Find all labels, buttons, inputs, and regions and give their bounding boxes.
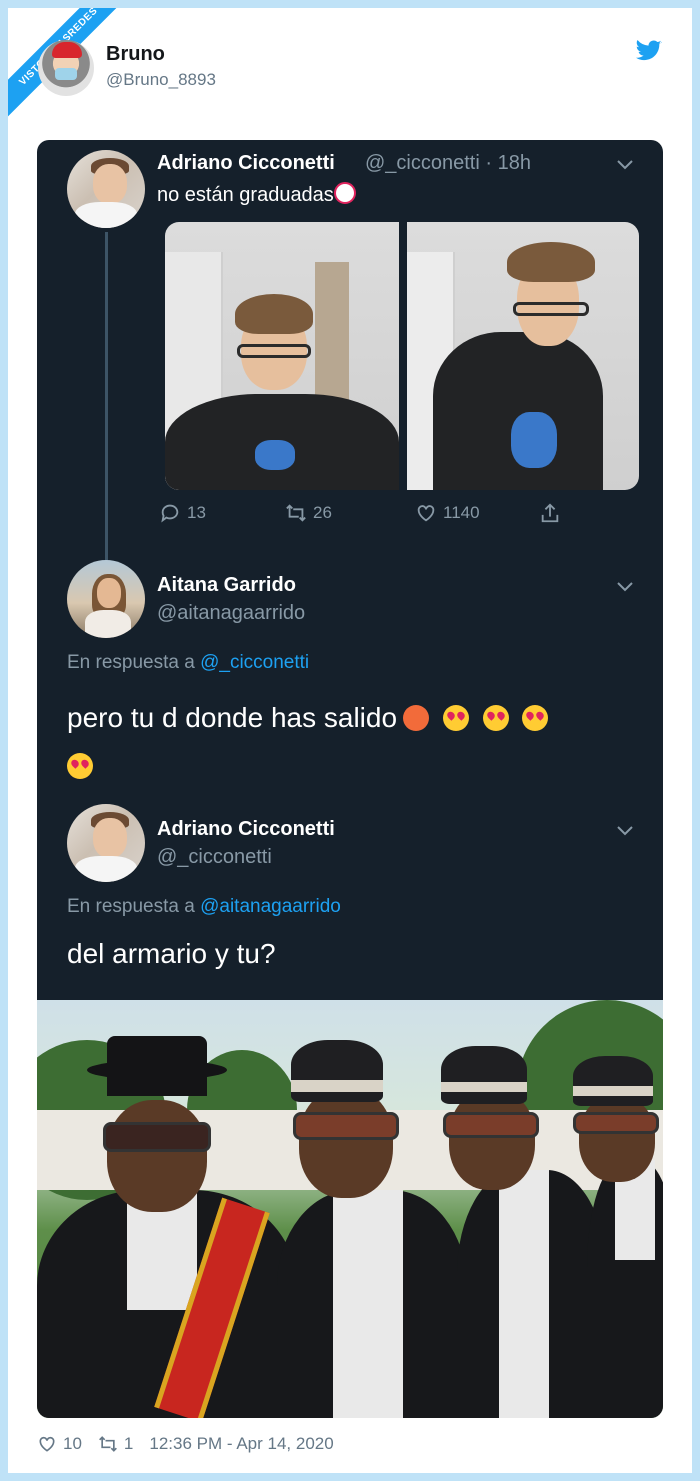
hot-face-emoji	[403, 705, 430, 731]
tweet-text: no están graduadas	[157, 182, 356, 207]
heart-eyes-emoji	[522, 705, 549, 731]
author-handle[interactable]: @Bruno_8893	[106, 70, 216, 90]
heart-eyes-emoji	[442, 705, 469, 731]
chevron-down-icon[interactable]	[617, 582, 633, 592]
heart-icon	[39, 1436, 55, 1452]
retweet-count: 1	[123, 1434, 134, 1453]
heart-eyes-emoji	[482, 705, 509, 731]
tweet-author-handle[interactable]: @_cicconetti · 18h	[365, 152, 531, 175]
reply-button[interactable]: 13	[159, 502, 206, 524]
avatar[interactable]	[38, 40, 94, 96]
mention-link[interactable]: @_cicconetti	[200, 652, 309, 673]
mention-link[interactable]: @aitanagaarrido	[200, 896, 341, 917]
tweet-card: VISTOENLASREDES Bruno @Bruno_8893 Adrian…	[8, 8, 692, 1473]
avatar[interactable]	[67, 560, 145, 638]
clown-face-emoji	[333, 182, 356, 204]
replying-prefix: En respuesta a	[67, 896, 195, 917]
heart-icon	[417, 505, 435, 522]
reply-count: 13	[187, 503, 206, 522]
timestamp: 12:36 PM - Apr 14, 2020	[149, 1434, 334, 1453]
timestamp-link[interactable]: 12:36 PM - Apr 14, 2020	[149, 1434, 333, 1454]
author-name[interactable]: Bruno	[106, 43, 165, 66]
tweet-text-content: pero tu d donde has salido	[67, 702, 398, 733]
retweet-count: 26	[313, 503, 332, 522]
tweet-photo[interactable]	[407, 222, 639, 490]
tweet-author-handle[interactable]: @aitanagaarrido	[157, 602, 305, 625]
tweet-author-name[interactable]: Adriano Cicconetti	[157, 152, 335, 175]
retweet-icon	[286, 504, 306, 522]
tweet-author-name[interactable]: Adriano Cicconetti	[157, 818, 335, 841]
tweet-author-handle[interactable]: @_cicconetti	[157, 846, 272, 869]
twitter-bird-icon[interactable]	[636, 40, 662, 62]
replying-to: En respuesta a @aitanagaarrido	[67, 896, 341, 918]
retweet-button[interactable]: 26	[285, 502, 332, 524]
tweet-text: del armario y tu?	[67, 938, 276, 969]
chevron-down-icon[interactable]	[617, 160, 633, 170]
meme-image[interactable]	[37, 1000, 663, 1418]
retweet-button[interactable]: 1	[98, 1434, 133, 1454]
embedded-thread: Adriano Cicconetti @_cicconetti · 18h no…	[37, 140, 663, 1000]
tweet-text: pero tu d donde has salido	[67, 694, 627, 790]
retweet-icon	[98, 1436, 117, 1452]
tweet-photo[interactable]	[165, 222, 399, 490]
thread-connector	[105, 232, 108, 562]
like-count: 10	[63, 1434, 82, 1453]
avatar[interactable]	[67, 150, 145, 228]
like-button[interactable]: 10	[37, 1434, 82, 1454]
chevron-down-icon[interactable]	[617, 826, 633, 836]
replying-to: En respuesta a @_cicconetti	[67, 652, 309, 674]
reply-icon	[161, 504, 179, 523]
heart-eyes-emoji	[67, 753, 93, 779]
like-count: 1140	[443, 503, 480, 522]
share-button[interactable]	[539, 502, 561, 524]
like-button[interactable]: 1140	[415, 502, 480, 524]
share-icon	[541, 503, 559, 523]
tweet-author-name[interactable]: Aitana Garrido	[157, 574, 296, 597]
replying-prefix: En respuesta a	[67, 652, 195, 673]
tweet-text-content: no están graduadas	[157, 184, 334, 206]
avatar[interactable]	[67, 804, 145, 882]
tweet-footer: 10 1 12:36 PM - Apr 14, 2020	[37, 1432, 350, 1456]
